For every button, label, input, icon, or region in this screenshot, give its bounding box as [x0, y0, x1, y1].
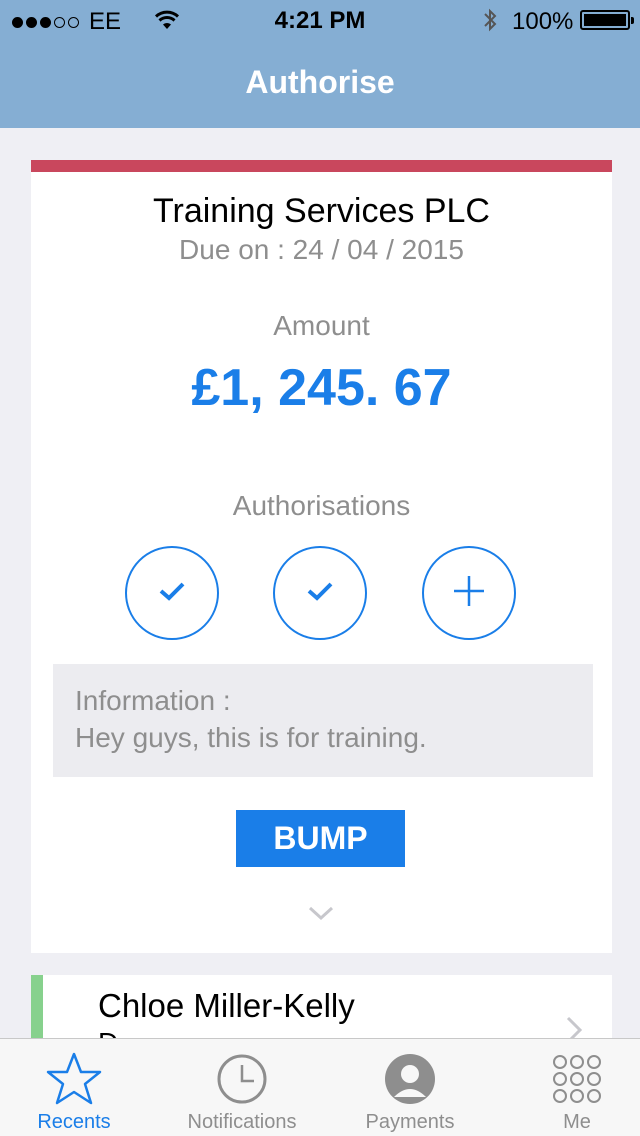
bump-button[interactable]: BUMP — [236, 810, 405, 867]
clock-icon — [216, 1051, 268, 1107]
authorisation-card: Training Services PLC Due on : 24 / 04 /… — [31, 160, 612, 953]
chevron-down-icon[interactable] — [307, 904, 335, 927]
page-title: Authorise — [245, 64, 395, 100]
tab-label: Me — [563, 1111, 591, 1133]
person-icon — [384, 1051, 436, 1107]
authorisation-approved-2[interactable] — [273, 546, 367, 640]
tab-label: Notifications — [187, 1111, 297, 1133]
tab-label: Recents — [37, 1111, 111, 1133]
battery-icon — [580, 10, 634, 30]
amount-label: Amount — [273, 310, 370, 341]
tab-me[interactable]: Me — [497, 1039, 640, 1136]
authorisation-approved-1[interactable] — [125, 546, 219, 640]
plus-icon — [452, 574, 486, 613]
tab-bar: Recents Notifications Payments Me — [0, 1038, 640, 1136]
add-authorisation-button[interactable] — [422, 546, 516, 640]
due-date: Due on : 24 / 04 / 2015 — [179, 234, 464, 265]
authorisations-label: Authorisations — [232, 490, 411, 521]
tab-label: Payments — [365, 1111, 455, 1133]
info-text: Hey guys, this is for training. — [75, 722, 427, 753]
battery-percent: 100% — [512, 8, 574, 35]
amount-value: £1, 245. 67 — [191, 359, 452, 417]
nav-header: EE 4:21 PM 100% Authorise — [0, 0, 640, 128]
check-icon — [306, 580, 334, 607]
information-box: Information : Hey guys, this is for trai… — [53, 664, 593, 777]
company-name: Training Services PLC — [153, 192, 490, 230]
payee-name: Chloe Miller-Kelly — [98, 987, 355, 1024]
tab-recents[interactable]: Recents — [0, 1039, 154, 1136]
check-icon — [158, 580, 186, 607]
tab-notifications[interactable]: Notifications — [162, 1039, 322, 1136]
card-accent-bar — [31, 160, 612, 172]
tab-payments[interactable]: Payments — [330, 1039, 490, 1136]
info-title: Information : — [75, 685, 231, 716]
bluetooth-icon — [482, 8, 498, 39]
status-bar: EE 4:21 PM 100% — [0, 0, 640, 40]
grid-icon — [552, 1051, 602, 1107]
star-icon — [45, 1051, 103, 1107]
